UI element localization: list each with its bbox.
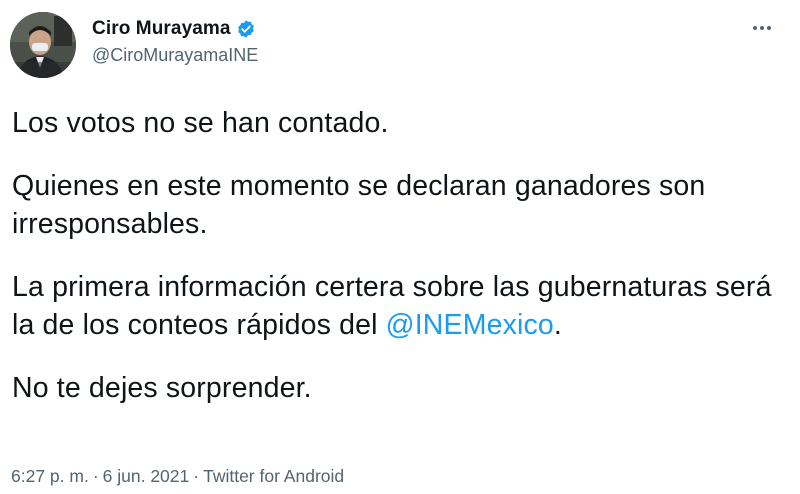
tweet-metadata: 6:27 p. m. · 6 jun. 2021 · Twitter for Andro… [11,466,344,487]
meta-separator: · [92,466,99,486]
tweet-paragraph-1: Los votos no se han contado. [12,107,389,139]
author-block: Ciro Murayama @CiroMurayamaINE [92,16,692,66]
avatar[interactable] [10,12,76,78]
tweet-paragraph-3: La primera información certera sobre las… [12,268,782,344]
tweet-paragraph-2: Quienes en este momento se declaran gana… [12,170,706,240]
author-name-row: Ciro Murayama [92,16,692,42]
tweet-text: Los votos no se han contado. Quienes en … [12,104,782,432]
mention-link[interactable]: @INEMexico [386,309,554,341]
tweet-source-link[interactable]: Twitter for Android [203,466,344,486]
tweet-time[interactable]: 6:27 p. m. [11,466,89,486]
author-display-name[interactable]: Ciro Murayama [92,18,231,40]
verified-badge-icon [236,19,256,39]
more-options-icon[interactable] [746,14,778,42]
avatar-image [10,12,76,78]
tweet-card: Ciro Murayama @CiroMurayamaINE Los votos… [0,0,800,494]
tweet-date[interactable]: 6 jun. 2021 [103,466,190,486]
meta-separator: · [193,466,200,486]
tweet-paragraph-4: No te dejes sorprender. [12,372,312,404]
author-handle[interactable]: @CiroMurayamaINE [92,45,692,66]
tweet-paragraph-3-end: . [553,309,562,341]
